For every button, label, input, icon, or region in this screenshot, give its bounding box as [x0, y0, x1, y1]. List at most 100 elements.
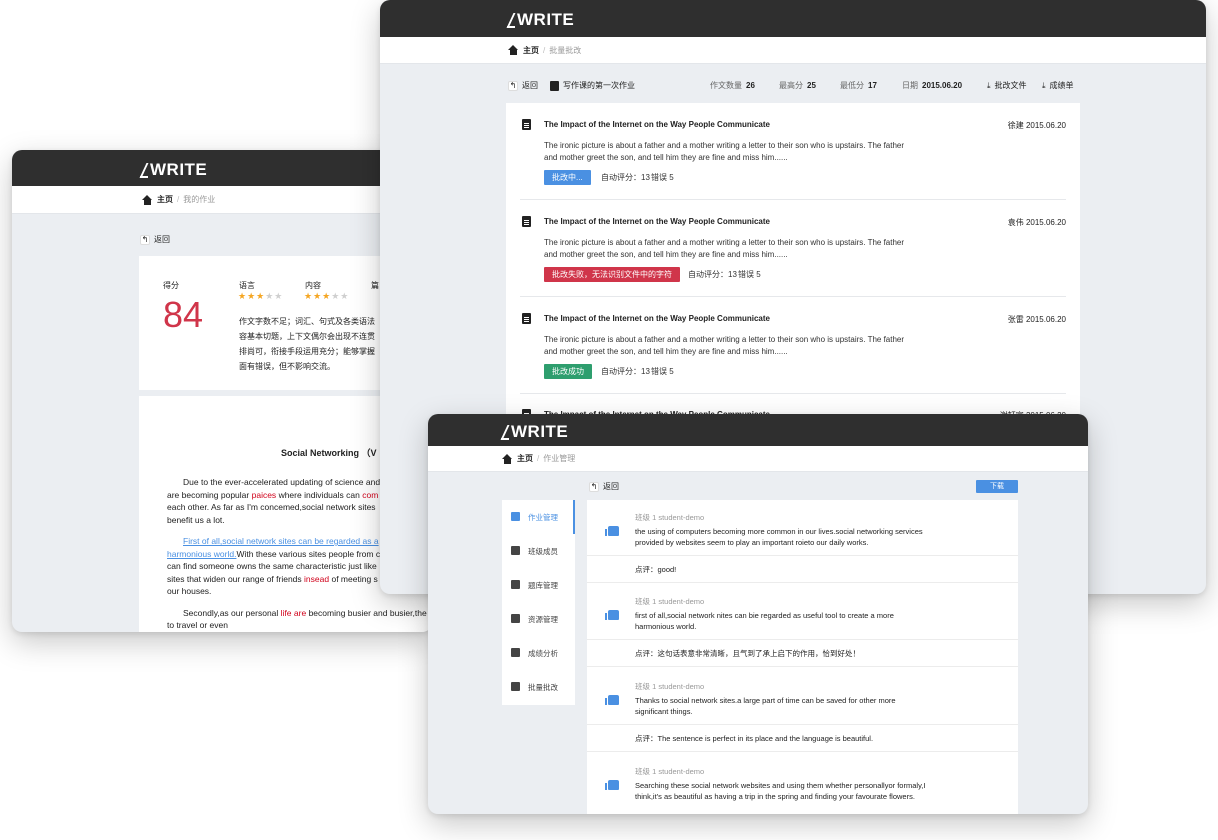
breadcrumb-home[interactable]: 主页 — [523, 45, 539, 56]
back-arrow-icon: ↰ — [589, 481, 599, 492]
download-icon: ⤓ — [987, 80, 991, 90]
brand-logo[interactable]: WRITE — [140, 160, 207, 180]
status-badge-grading[interactable]: 批改中... — [544, 170, 591, 185]
essay-title: Social Networking （V — [281, 448, 377, 458]
top-bar: WRITE — [12, 150, 432, 186]
sidebar-item-resources[interactable]: 资源管理 — [502, 602, 575, 636]
breadcrumb: 主页 / 批量批改 — [380, 37, 1206, 64]
home-icon[interactable] — [508, 45, 519, 55]
back-arrow-icon: ↰ — [140, 234, 150, 245]
comment-sentence: first of all,social network nites can bi… — [635, 611, 894, 631]
submission-excerpt: The ironic picture is about a father and… — [544, 238, 905, 259]
comment-item: 班级 1 student-demo first of all,social ne… — [587, 584, 1018, 667]
thumbs-up-icon[interactable] — [605, 780, 619, 790]
auto-score: 自动评分：13 — [688, 270, 737, 279]
comment-item: 班级 1 student-demo Searching these social… — [587, 754, 1018, 814]
criterion-language-stars: ★★★★★ — [238, 291, 284, 301]
error-mark[interactable]: com — [362, 490, 378, 500]
submission-author-date: 张雷 2015.06.20 — [1007, 315, 1066, 324]
thumbs-up-icon[interactable] — [605, 610, 619, 620]
breadcrumb: 主页 / 作业管理 — [428, 446, 1088, 472]
logo-mark-icon — [507, 13, 516, 28]
inbox-icon — [511, 614, 520, 623]
comment-student: 班级 1 student-demo — [635, 513, 705, 522]
brand-logo[interactable]: WRITE — [507, 10, 574, 30]
breadcrumb-current: 作业管理 — [543, 454, 576, 463]
comment-student: 班级 1 student-demo — [635, 767, 705, 776]
back-button[interactable]: ↰ 返回 — [508, 80, 538, 91]
submission-title[interactable]: The Impact of the Internet on the Way Pe… — [544, 314, 770, 323]
comment-sentence: Searching these social network websites … — [635, 781, 926, 801]
my-homework-window: WRITE 主页 / 我的作业 ↰ 返回 得分 84 语言 ★★★★★ 内容 ★★… — [12, 150, 432, 632]
submission-excerpt: The ironic picture is about a father and… — [544, 141, 905, 162]
document-icon — [550, 80, 559, 91]
submission-title[interactable]: The Impact of the Internet on the Way Pe… — [544, 217, 770, 226]
logo-mark-icon — [501, 425, 510, 440]
thumbs-up-icon[interactable] — [605, 526, 619, 536]
breadcrumb: 主页 / 我的作业 — [12, 186, 432, 214]
error-count: 错误 5 — [738, 270, 761, 279]
breadcrumb-current: 批量批改 — [549, 45, 582, 55]
stat-date: 日期 2015.06.20 — [902, 81, 963, 90]
top-bar: WRITE — [428, 414, 1088, 446]
criterion-content-stars: ★★★★★ — [304, 291, 350, 301]
status-badge-failed[interactable]: 批改失败，无法识别文件中的字符 — [544, 267, 680, 282]
comment-review: 点评：good! — [635, 565, 677, 574]
comment-sentence: the using of computers becoming more com… — [635, 527, 923, 547]
status-badge-success[interactable]: 批改成功 — [544, 364, 592, 379]
criterion-language-label: 语言 — [239, 281, 255, 290]
comment-student: 班级 1 student-demo — [635, 597, 705, 606]
error-mark[interactable]: life are — [281, 608, 307, 618]
auto-score: 自动评分：13 — [601, 173, 650, 182]
submission-item[interactable]: The Impact of the Internet on the Way Pe… — [520, 119, 1066, 200]
comment-list: 班级 1 student-demo the using of computers… — [587, 500, 1018, 814]
clipboard-icon — [511, 580, 520, 589]
clipboard-icon — [522, 216, 531, 227]
error-mark[interactable]: paices — [252, 490, 277, 500]
submission-item[interactable]: The Impact of the Internet on the Way Pe… — [520, 216, 1066, 297]
sidebar-item-question-bank[interactable]: 题库管理 — [502, 568, 575, 602]
submission-title[interactable]: The Impact of the Internet on the Way Pe… — [544, 120, 770, 129]
back-arrow-icon: ↰ — [508, 80, 518, 91]
sidebar-item-analytics[interactable]: 成绩分析 — [502, 636, 575, 670]
score-label: 得分 — [163, 281, 179, 290]
breadcrumb-home[interactable]: 主页 — [157, 194, 173, 205]
logo-mark-icon — [140, 163, 149, 178]
document-icon — [511, 512, 520, 521]
submission-item[interactable]: The Impact of the Internet on the Way Pe… — [520, 313, 1066, 394]
auto-score: 自动评分：13 — [601, 367, 650, 376]
submission-author-date: 袁伟 2015.06.20 — [1007, 218, 1066, 227]
error-mark[interactable]: insead — [304, 574, 329, 584]
people-icon — [511, 546, 520, 555]
highlighted-sentence[interactable]: harmonious world. — [167, 549, 236, 559]
comment-student: 班级 1 student-demo — [635, 682, 705, 691]
breadcrumb-current: 我的作业 — [183, 195, 216, 204]
submission-excerpt: The ironic picture is about a father and… — [544, 335, 905, 356]
breadcrumb-home[interactable]: 主页 — [517, 453, 533, 464]
top-bar: WRITE — [380, 0, 1206, 37]
score-value: 84 — [163, 294, 204, 335]
comment-sentence: Thanks to social network sites.a large p… — [635, 696, 896, 716]
comment-review: 点评：这句话表意非常清晰，且气到了承上启下的作用，恰到好处！ — [635, 649, 860, 658]
thumbs-up-icon[interactable] — [605, 695, 619, 705]
feedback-text: 作文字数不足；词汇、句式及各类语法 容基本切题，上下文偶尔会出现不连贯 排尚可，… — [239, 317, 375, 371]
sidebar-item-homework[interactable]: 作业管理 — [502, 500, 575, 534]
transcript-button[interactable]: ⤓ 成绩单 — [1042, 80, 1074, 91]
download-icon: ⤓ — [1042, 80, 1046, 90]
submission-author-date: 徐建 2015.06.20 — [1007, 121, 1066, 130]
error-count: 错误 5 — [651, 367, 674, 376]
sidebar-item-batch-grading[interactable]: 批量批改 — [502, 670, 575, 704]
criterion-content-label: 内容 — [305, 281, 321, 290]
back-button[interactable]: ↰ 返回 — [140, 234, 170, 245]
stat-max: 最高分 25 — [779, 81, 816, 90]
graded-files-button[interactable]: ⤓ 批改文件 — [987, 80, 1027, 91]
brand-logo[interactable]: WRITE — [501, 422, 568, 442]
stat-min: 最低分 17 — [840, 81, 877, 90]
back-button[interactable]: ↰ 返回 — [589, 481, 619, 492]
home-icon[interactable] — [142, 194, 153, 205]
download-button[interactable]: 下载 — [976, 480, 1018, 493]
home-icon[interactable] — [502, 453, 513, 464]
homework-management-window: WRITE 主页 / 作业管理 ↰ 返回 下载 作业管理 班级成员 题库管理 资源… — [428, 414, 1088, 814]
sidebar-item-members[interactable]: 班级成员 — [502, 534, 575, 568]
clipboard-icon — [522, 313, 531, 324]
